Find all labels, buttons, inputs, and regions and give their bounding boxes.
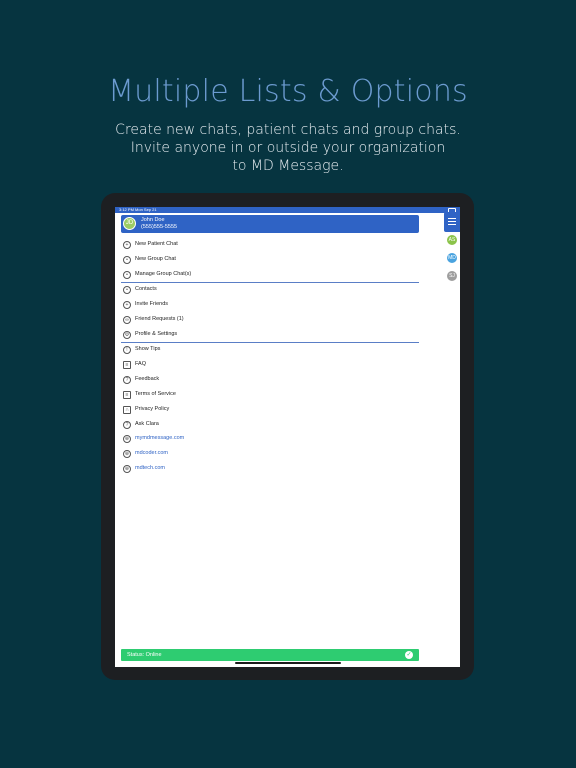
promo-subtitle-line3: to MD Message. (232, 158, 344, 174)
menu-item-new-patient-chat[interactable]: + New Patient Chat (123, 239, 419, 253)
menu-item-label: Terms of Service (135, 391, 176, 397)
globe-icon: ⊕ (123, 465, 131, 473)
document-icon: ≡ (123, 361, 131, 369)
menu-item-label: Profile & Settings (135, 331, 178, 337)
menu-item-label: Show Tips (135, 346, 161, 352)
avatar: JD (123, 217, 136, 230)
status-label: Status: Online (127, 652, 162, 658)
menu-item-terms-of-service[interactable]: ≡ Terms of Service (123, 389, 419, 403)
status-time: 3:12 PM Mon Sep 21 (119, 207, 157, 212)
menu-item-show-tips[interactable]: ! Show Tips (123, 344, 419, 358)
contacts-icon: • (123, 286, 131, 294)
link-mdtech[interactable]: ⊕ mdtech.com (123, 463, 419, 477)
menu-item-label: Feedback (135, 376, 160, 382)
promo-title: Multiple Lists & Options (108, 74, 468, 109)
link-label: mymdmessage.com (135, 435, 185, 441)
menu-button[interactable] (444, 212, 460, 232)
user-name: John Doe (141, 217, 165, 223)
check-icon: ✓ (405, 651, 413, 659)
home-indicator (235, 662, 341, 664)
menu-item-label: Friend Requests (1) (135, 316, 184, 322)
menu-item-invite-friends[interactable]: + Invite Friends (123, 299, 419, 313)
link-mymdmessage[interactable]: ⊕ mymdmessage.com (123, 433, 419, 447)
link-label: mdcoder.com (135, 450, 169, 456)
menu-item-label: New Group Chat (135, 256, 176, 262)
menu-item-manage-group-chats[interactable]: • Manage Group Chat(s) (123, 269, 419, 283)
terms-icon: ≡ (123, 391, 131, 399)
side-badge-3[interactable]: SJ (446, 270, 458, 282)
group-icon: • (123, 256, 131, 264)
link-mdcoder[interactable]: ⊕ mdcoder.com (123, 448, 419, 462)
hamburger-icon (448, 218, 456, 219)
status-bar: 3:12 PM Mon Sep 21 (115, 207, 460, 213)
menu-item-label: FAQ (135, 361, 147, 367)
link-icon: ∞ (123, 316, 131, 324)
help-icon: ? (123, 421, 131, 429)
menu-item-label: Ask Clara (135, 421, 159, 427)
question-icon: ? (123, 376, 131, 384)
person-add-icon: + (123, 241, 131, 249)
promo-subtitle-line2: Invite anyone in or outside your organiz… (130, 140, 446, 156)
lightbulb-icon: ! (123, 346, 131, 354)
menu-item-label: Manage Group Chat(s) (135, 271, 192, 277)
user-phone: (555)555-5555 (141, 224, 178, 230)
menu-item-privacy-policy[interactable]: ∩ Privacy Policy (123, 404, 419, 418)
globe-icon: ⊕ (123, 435, 131, 443)
menu-item-label: New Patient Chat (135, 241, 178, 247)
menu-item-feedback[interactable]: ? Feedback (123, 374, 419, 388)
menu-item-contacts[interactable]: • Contacts (123, 284, 419, 298)
invite-icon: + (123, 301, 131, 309)
link-label: mdtech.com (135, 465, 165, 471)
menu-item-ask-clara[interactable]: ? Ask Clara (123, 419, 419, 433)
online-status-bar[interactable]: Status: Online ✓ (121, 649, 419, 661)
lock-icon: ∩ (123, 406, 131, 414)
app-screen: 3:12 PM Mon Sep 21 JD John Doe (555)555-… (115, 207, 460, 667)
menu-item-profile-settings[interactable]: ⚙ Profile & Settings (123, 329, 419, 343)
menu-item-faq[interactable]: ≡ FAQ (123, 359, 419, 373)
menu-item-new-group-chat[interactable]: • New Group Chat (123, 254, 419, 268)
globe-icon: ⊕ (123, 450, 131, 458)
group-settings-icon: • (123, 271, 131, 279)
promo-subtitle-line1: Create new chats, patient chats and grou… (115, 122, 461, 138)
menu-item-label: Privacy Policy (135, 406, 170, 412)
user-header[interactable]: JD John Doe (555)555-5555 (121, 215, 419, 233)
menu-item-friend-requests[interactable]: ∞ Friend Requests (1) (123, 314, 419, 328)
settings-icon: ⚙ (123, 331, 131, 339)
menu-item-label: Invite Friends (135, 301, 169, 307)
side-badge-2[interactable]: MD (446, 252, 458, 264)
divider (121, 342, 419, 343)
menu-item-label: Contacts (135, 286, 157, 292)
side-badge-1[interactable]: AS (446, 234, 458, 246)
divider (121, 282, 419, 283)
